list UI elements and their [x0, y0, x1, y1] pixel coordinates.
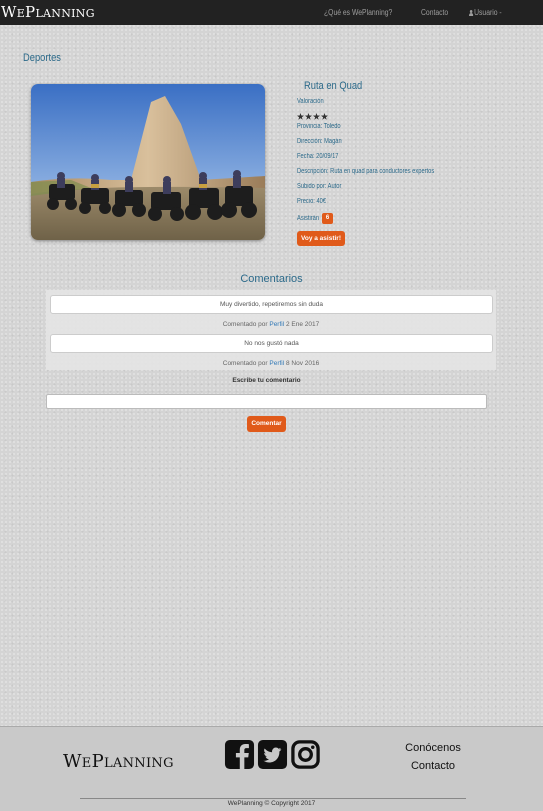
footer: WePlanning Conócenos Contacto WePlanning… [0, 726, 543, 811]
star-icon [297, 113, 304, 120]
comment-date: 2 Ene 2017 [285, 321, 320, 328]
footer-link-contacto[interactable]: Contacto [397, 757, 469, 775]
comments-list: Muy divertido, repetiremos sin duda Come… [46, 290, 496, 370]
copyright-text: WePlanning © Copyright 2017 [227, 800, 316, 807]
comment-text: Muy divertido, repetiremos sin duda [50, 295, 493, 314]
write-comment-label: Escribe tu comentario [232, 377, 301, 384]
footer-link-conocenos[interactable]: Conócenos [397, 739, 469, 757]
instagram-icon[interactable] [290, 739, 321, 770]
footer-divider [80, 798, 466, 799]
footer-links: Conócenos Contacto [397, 739, 469, 775]
brand-logo[interactable]: WePlanning [1, 2, 95, 22]
direccion-field: Dirección: Magán [297, 138, 342, 145]
nav-link-contacto[interactable]: Contacto [421, 8, 448, 17]
section-title: Deportes [23, 52, 61, 64]
comment-text: No nos gustó nada [50, 334, 493, 353]
comment-date: 8 Nov 2016 [286, 360, 320, 367]
profile-link[interactable]: Perfil [269, 321, 284, 328]
navbar: WePlanning ¿Qué es WePlanning? Contacto … [0, 0, 543, 25]
comments-title: Comentarios [240, 273, 303, 285]
provincia-field: Provincia: Toledo [297, 123, 341, 130]
user-icon [468, 10, 473, 16]
comment-meta: Comentado por Perfil 8 Nov 2016 [46, 360, 496, 367]
submit-comment-button[interactable]: Comentar [247, 416, 286, 432]
profile-link[interactable]: Perfil [269, 360, 284, 367]
rating-label: Valoración [297, 98, 324, 105]
user-menu-label: Usuario - [473, 8, 502, 17]
nav-links: ¿Qué es WePlanning? Contacto Usuario - [308, 0, 507, 25]
rating-stars [297, 113, 329, 120]
facebook-icon[interactable] [224, 739, 255, 770]
star-icon [313, 113, 320, 120]
asistiran-label: Asistirán [297, 215, 320, 222]
user-menu-dropdown[interactable]: Usuario - [468, 8, 502, 17]
comment-meta: Comentado por Perfil 2 Ene 2017 [46, 321, 496, 328]
subido-field: Subido por: Autor [297, 183, 342, 190]
comment-author-prefix: Comentado por [222, 360, 268, 367]
comment-textarea[interactable] [46, 394, 487, 409]
descripcion-field: Descripción: Ruta en quad para conductor… [297, 168, 435, 175]
star-icon [321, 113, 328, 120]
nav-link-que-es[interactable]: ¿Qué es WePlanning? [324, 8, 392, 17]
fecha-field: Fecha: 20/09/17 [297, 153, 339, 160]
attend-button[interactable]: Voy a asistir! [297, 231, 345, 246]
twitter-icon[interactable] [257, 739, 288, 770]
footer-brand-logo: WePlanning [63, 751, 174, 772]
social-links [224, 739, 323, 770]
star-icon [305, 113, 312, 120]
activity-photo [31, 84, 265, 240]
comment-author-prefix: Comentado por [222, 321, 268, 328]
activity-title: Ruta en Quad [304, 80, 363, 92]
precio-field: Precio: 40€ [297, 198, 327, 205]
attendees-count-badge: 6 [322, 213, 333, 224]
